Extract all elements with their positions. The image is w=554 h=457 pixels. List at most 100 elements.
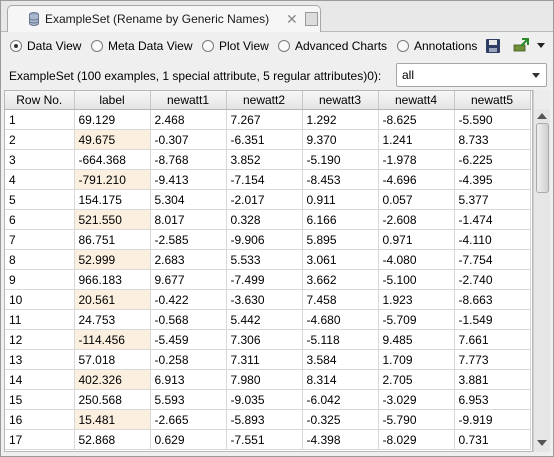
radio-indicator[interactable] (278, 40, 290, 52)
table-cell[interactable]: -0.422 (150, 289, 227, 310)
table-cell[interactable]: -791.210 (74, 169, 151, 190)
table-cell[interactable]: -6.351 (226, 129, 303, 150)
table-cell[interactable]: 52.999 (74, 249, 151, 270)
table-cell[interactable]: 1 (5, 109, 75, 130)
table-cell[interactable]: 8.314 (302, 369, 379, 390)
table-row[interactable]: 5 154.175 5.304 -2.017 0.911 0.057 5.377 (5, 189, 531, 210)
table-cell[interactable]: -4.080 (378, 249, 455, 270)
table-cell[interactable]: 24.753 (74, 309, 151, 330)
table-cell[interactable]: -2.608 (378, 209, 455, 230)
table-cell[interactable]: 3 (5, 149, 75, 170)
table-cell[interactable]: 1.292 (302, 109, 379, 130)
table-cell[interactable]: 0.731 (454, 429, 531, 450)
column-header[interactable]: newatt3 (302, 91, 379, 110)
table-cell[interactable]: -4.680 (302, 309, 379, 330)
table-cell[interactable]: 0.328 (226, 209, 303, 230)
undock-icon[interactable] (305, 12, 318, 26)
table-cell[interactable]: 86.751 (74, 229, 151, 250)
close-icon[interactable]: ✕ (286, 11, 298, 28)
table-cell[interactable]: 3.662 (302, 269, 379, 290)
table-cell[interactable]: -5.190 (302, 149, 379, 170)
table-cell[interactable]: 5 (5, 189, 75, 210)
table-cell[interactable]: 2.705 (378, 369, 455, 390)
table-cell[interactable]: -5.459 (150, 329, 227, 350)
table-cell[interactable]: 9.485 (378, 329, 455, 350)
table-cell[interactable]: 9 (5, 269, 75, 290)
table-cell[interactable]: 15 (5, 389, 75, 410)
column-header[interactable]: label (74, 91, 151, 110)
table-cell[interactable]: 15.481 (74, 409, 151, 430)
table-cell[interactable]: 6.953 (454, 389, 531, 410)
table-cell[interactable]: -4.110 (454, 229, 531, 250)
table-row[interactable]: 10 20.561 -0.422 -3.630 7.458 1.923 -8.663 (5, 289, 531, 310)
table-cell[interactable]: 69.129 (74, 109, 151, 130)
table-cell[interactable]: -1.978 (378, 149, 455, 170)
radio-indicator[interactable] (10, 40, 22, 52)
table-cell[interactable]: 7.980 (226, 369, 303, 390)
table-cell[interactable]: 12 (5, 329, 75, 350)
table-cell[interactable]: 5.304 (150, 189, 227, 210)
table-cell[interactable]: 0.971 (378, 229, 455, 250)
table-cell[interactable]: 17 (5, 429, 75, 450)
table-cell[interactable]: -5.118 (302, 329, 379, 350)
table-cell[interactable]: -5.893 (226, 409, 303, 430)
table-cell[interactable]: -8.453 (302, 169, 379, 190)
table-cell[interactable]: -7.154 (226, 169, 303, 190)
scroll-down-icon[interactable] (537, 440, 547, 446)
column-header[interactable]: newatt2 (226, 91, 303, 110)
table-row[interactable]: 8 52.999 2.683 5.533 3.061 -4.080 -7.754 (5, 249, 531, 270)
table-cell[interactable]: -8.768 (150, 149, 227, 170)
tab-exampleset[interactable]: ExampleSet (Rename by Generic Names) ✕ (7, 5, 321, 32)
table-cell[interactable]: 13 (5, 349, 75, 370)
radio-indicator[interactable] (91, 40, 103, 52)
scrollbar-thumb[interactable] (536, 123, 549, 193)
vertical-scrollbar[interactable] (533, 109, 550, 452)
table-cell[interactable]: 3.584 (302, 349, 379, 370)
table-row[interactable]: 2 49.675 -0.307 -6.351 9.370 1.241 8.733 (5, 129, 531, 150)
table-row[interactable]: 1 69.129 2.468 7.267 1.292 -8.625 -5.590 (5, 109, 531, 130)
table-row[interactable]: 12 -114.456 -5.459 7.306 -5.118 9.485 7.661 (5, 329, 531, 350)
radio-indicator[interactable] (202, 40, 214, 52)
table-cell[interactable]: 2.683 (150, 249, 227, 270)
table-cell[interactable]: -5.100 (378, 269, 455, 290)
table-cell[interactable]: 154.175 (74, 189, 151, 210)
table-cell[interactable]: -9.035 (226, 389, 303, 410)
column-header[interactable]: newatt5 (454, 91, 531, 110)
table-cell[interactable]: 5.377 (454, 189, 531, 210)
table-cell[interactable]: -1.474 (454, 209, 531, 230)
scroll-up-icon[interactable] (537, 113, 547, 119)
table-cell[interactable]: -7.551 (226, 429, 303, 450)
table-cell[interactable]: 3.852 (226, 149, 303, 170)
table-cell[interactable]: -5.709 (378, 309, 455, 330)
table-cell[interactable]: -664.368 (74, 149, 151, 170)
table-cell[interactable]: 7.267 (226, 109, 303, 130)
table-cell[interactable]: -4.395 (454, 169, 531, 190)
filter-select[interactable]: all (396, 63, 547, 87)
table-cell[interactable]: 5.533 (226, 249, 303, 270)
table-cell[interactable]: 6 (5, 209, 75, 230)
table-cell[interactable]: 3.061 (302, 249, 379, 270)
table-row[interactable]: 9 966.183 9.677 -7.499 3.662 -5.100 -2.740 (5, 269, 531, 290)
table-cell[interactable]: -5.590 (454, 109, 531, 130)
table-cell[interactable]: -0.325 (302, 409, 379, 430)
table-cell[interactable]: -7.754 (454, 249, 531, 270)
table-cell[interactable]: 14 (5, 369, 75, 390)
table-cell[interactable]: 49.675 (74, 129, 151, 150)
table-cell[interactable]: -0.258 (150, 349, 227, 370)
table-cell[interactable]: 2 (5, 129, 75, 150)
table-cell[interactable]: 5.593 (150, 389, 227, 410)
export-icon[interactable] (513, 37, 529, 53)
table-cell[interactable]: 20.561 (74, 289, 151, 310)
table-cell[interactable]: 1.709 (378, 349, 455, 370)
table-cell[interactable]: -114.456 (74, 329, 151, 350)
column-header[interactable]: Row No. (5, 91, 75, 110)
table-cell[interactable]: 966.183 (74, 269, 151, 290)
table-cell[interactable]: -1.549 (454, 309, 531, 330)
radio-advanced-charts[interactable]: Advanced Charts (278, 38, 387, 54)
table-cell[interactable]: 10 (5, 289, 75, 310)
table-cell[interactable]: 1.241 (378, 129, 455, 150)
table-cell[interactable]: 5.442 (226, 309, 303, 330)
table-row[interactable]: 14 402.326 6.913 7.980 8.314 2.705 3.881 (5, 369, 531, 390)
table-cell[interactable]: -7.499 (226, 269, 303, 290)
table-cell[interactable]: 6.913 (150, 369, 227, 390)
